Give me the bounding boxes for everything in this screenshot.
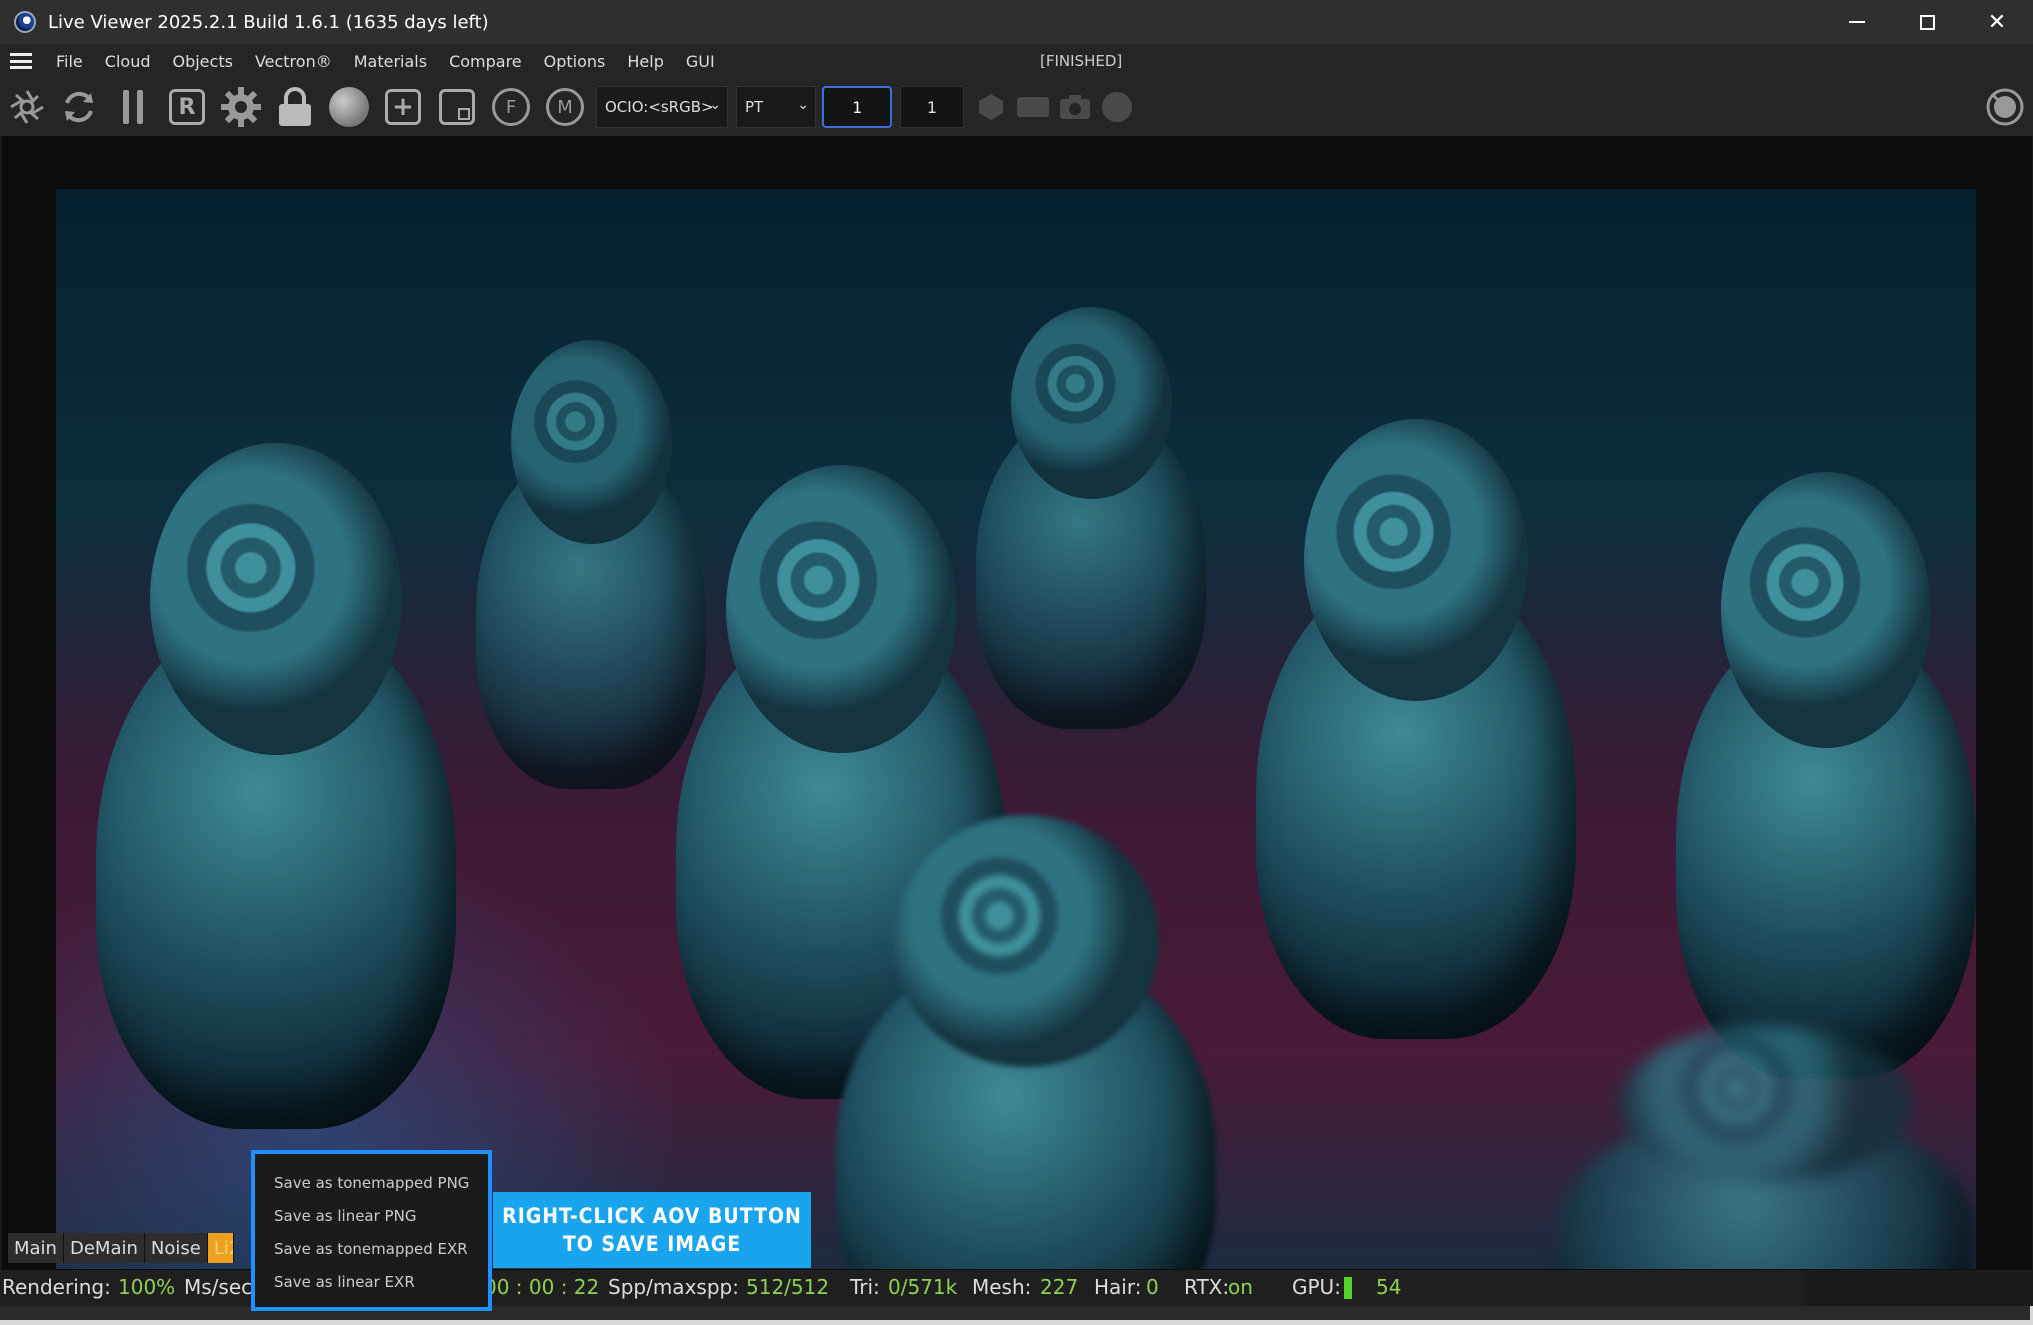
callout-line-1: RIGHT-CLICK AOV BUTTON bbox=[502, 1204, 802, 1228]
minimize-icon bbox=[1849, 21, 1865, 23]
minimize-button[interactable] bbox=[1822, 0, 1892, 44]
frame-input[interactable] bbox=[822, 86, 892, 128]
menu-save-tonemapped-png[interactable]: Save as tonemapped PNG bbox=[255, 1166, 488, 1199]
menu-vectron[interactable]: Vectron® bbox=[255, 52, 332, 71]
aperture-icon[interactable] bbox=[6, 86, 48, 128]
tri-value: 0/571k bbox=[888, 1275, 958, 1299]
spp-label: Spp/maxspp: bbox=[608, 1275, 739, 1299]
kernel-select[interactable]: PT ⌄ bbox=[736, 86, 816, 128]
gear-icon[interactable] bbox=[220, 86, 262, 128]
menu-help[interactable]: Help bbox=[627, 52, 663, 71]
hair-value: 0 bbox=[1146, 1275, 1159, 1299]
chevron-down-icon: ⌄ bbox=[709, 97, 721, 113]
statue bbox=[1676, 471, 1976, 1079]
add-square-icon[interactable]: + bbox=[382, 86, 424, 128]
gpu-value: 54 bbox=[1376, 1275, 1402, 1299]
spp-value: 512/512 bbox=[746, 1275, 830, 1299]
hexagon-icon[interactable] bbox=[970, 86, 1012, 128]
statue bbox=[96, 442, 456, 1129]
statue bbox=[976, 306, 1206, 729]
hamburger-menu-icon[interactable] bbox=[10, 53, 32, 69]
camera-icon[interactable] bbox=[1054, 86, 1096, 128]
tutorial-callout: RIGHT-CLICK AOV BUTTON TO SAVE IMAGE bbox=[493, 1192, 811, 1268]
menu-file[interactable]: File bbox=[56, 52, 83, 71]
circle-icon[interactable] bbox=[1096, 86, 1138, 128]
frame-count[interactable]: 1 bbox=[900, 86, 964, 128]
aov-tab-li2[interactable]: Li2 bbox=[207, 1233, 234, 1263]
mesh-value: 227 bbox=[1040, 1275, 1079, 1299]
aov-tabs: Main DeMain Noise Li2 bbox=[8, 1233, 234, 1263]
render-region-icon[interactable]: R bbox=[166, 86, 208, 128]
menu-objects[interactable]: Objects bbox=[172, 52, 232, 71]
chevron-down-icon: ⌄ bbox=[797, 97, 809, 113]
ocio-select[interactable]: OCIO:<sRGB> ⌄ bbox=[596, 86, 728, 128]
menu-materials[interactable]: Materials bbox=[354, 52, 427, 71]
menu-bar: File Cloud Objects Vectron® Materials Co… bbox=[0, 44, 2033, 78]
aov-tab-noise[interactable]: Noise bbox=[144, 1233, 208, 1263]
focus-pin-icon[interactable]: F bbox=[490, 86, 532, 128]
statue bbox=[1556, 1025, 1976, 1269]
render-image[interactable] bbox=[56, 189, 1976, 1269]
menu-cloud[interactable]: Cloud bbox=[105, 52, 151, 71]
callout-line-2: TO SAVE IMAGE bbox=[562, 1232, 742, 1256]
menu-compare[interactable]: Compare bbox=[449, 52, 522, 71]
rendering-progress: 100% bbox=[118, 1275, 176, 1299]
rendering-label: Rendering: bbox=[2, 1275, 111, 1299]
render-status-text: [FINISHED] bbox=[1040, 52, 1123, 70]
aov-context-menu: Save as tonemapped PNG Save as linear PN… bbox=[251, 1150, 492, 1311]
gpu-label: GPU: bbox=[1292, 1275, 1341, 1299]
mesh-label: Mesh: bbox=[972, 1275, 1032, 1299]
title-bar: Live Viewer 2025.2.1 Build 1.6.1 (1635 d… bbox=[0, 0, 2033, 44]
statue bbox=[476, 340, 706, 789]
rectangle-icon[interactable] bbox=[1012, 86, 1054, 128]
lock-icon[interactable] bbox=[274, 86, 316, 128]
pause-icon[interactable] bbox=[112, 86, 154, 128]
menu-options[interactable]: Options bbox=[544, 52, 606, 71]
aov-tab-main[interactable]: Main bbox=[8, 1233, 64, 1263]
menu-save-tonemapped-exr[interactable]: Save as tonemapped EXR bbox=[255, 1232, 488, 1265]
app-logo-icon bbox=[14, 11, 36, 33]
menu-save-linear-png[interactable]: Save as linear PNG bbox=[255, 1199, 488, 1232]
hair-label: Hair: bbox=[1094, 1275, 1142, 1299]
toolbar: R + F M OCIO:<sRGB> ⌄ PT ⌄ 1 bbox=[0, 78, 2033, 136]
close-button[interactable]: ✕ bbox=[1962, 0, 2032, 44]
statue bbox=[1256, 418, 1576, 1039]
small-square-icon[interactable] bbox=[436, 86, 478, 128]
mssec-label: Ms/sec bbox=[184, 1275, 253, 1299]
material-pin-icon[interactable]: M bbox=[544, 86, 586, 128]
window-title: Live Viewer 2025.2.1 Build 1.6.1 (1635 d… bbox=[48, 11, 489, 33]
maximize-button[interactable] bbox=[1892, 0, 1962, 44]
ring-icon[interactable] bbox=[1984, 86, 2026, 128]
refresh-icon[interactable] bbox=[58, 86, 100, 128]
sphere-icon[interactable] bbox=[328, 86, 370, 128]
menu-save-linear-exr[interactable]: Save as linear EXR bbox=[255, 1265, 488, 1298]
render-time: 00 : 00 : 22 bbox=[484, 1275, 600, 1299]
rtx-label: RTX: bbox=[1184, 1275, 1230, 1299]
menu-gui[interactable]: GUI bbox=[686, 52, 715, 71]
gpu-usage-bar bbox=[1344, 1277, 1352, 1299]
maximize-icon bbox=[1919, 14, 1935, 30]
tri-label: Tri: bbox=[850, 1275, 880, 1299]
aov-tab-demain[interactable]: DeMain bbox=[63, 1233, 145, 1263]
rtx-value: on bbox=[1228, 1275, 1253, 1299]
